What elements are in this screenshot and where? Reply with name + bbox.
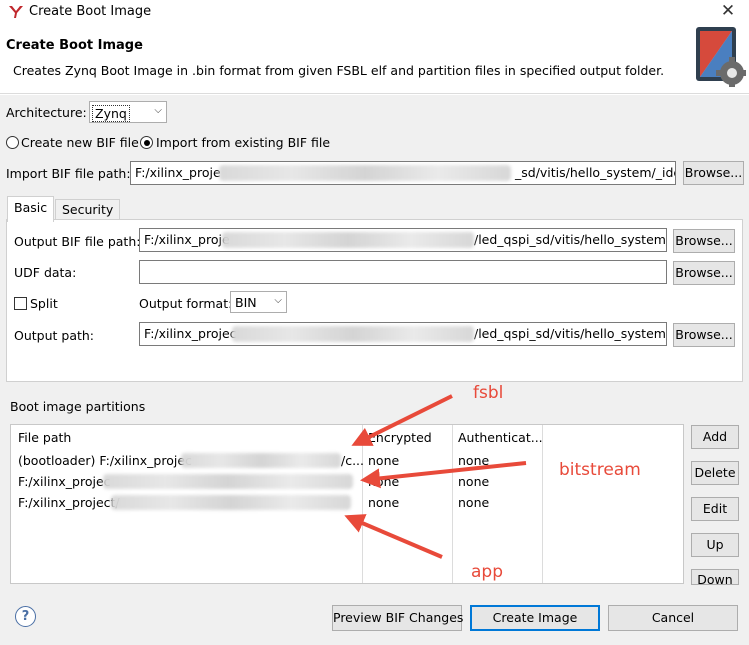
annotation-fsbl: fsbl — [473, 383, 504, 403]
cancel-button[interactable]: Cancel — [608, 605, 738, 631]
annotation-arrows — [344, 394, 527, 559]
preview-bif-changes-button[interactable]: Preview BIF Changes — [332, 605, 463, 631]
bitstream-arrow — [360, 461, 527, 489]
help-icon[interactable]: ? — [15, 606, 36, 627]
annotation-bitstream: bitstream — [559, 460, 641, 480]
tab-basic[interactable]: Basic — [7, 196, 55, 222]
annotation-app: app — [471, 562, 503, 582]
create-image-button[interactable]: Create Image — [470, 605, 600, 631]
app-arrow — [344, 514, 443, 559]
fsbl-arrow — [351, 394, 453, 446]
